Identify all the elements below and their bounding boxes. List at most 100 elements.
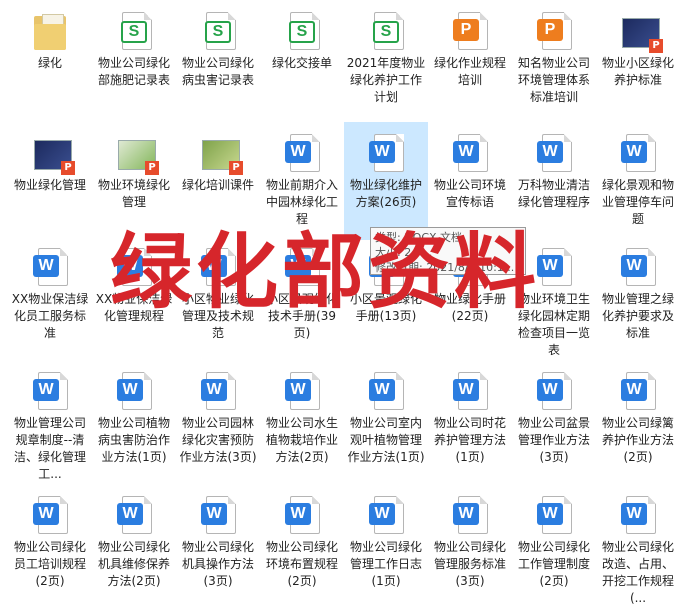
- file-item[interactable]: W 绿化景观和物业管理停车问题: [596, 122, 680, 240]
- file-item[interactable]: W 物业公司环境宣传标语: [428, 122, 512, 240]
- file-item[interactable]: W 物业公司绿化管理服务标准(3页): [428, 484, 512, 602]
- file-label: 物业绿化管理: [13, 178, 86, 192]
- file-item[interactable]: P 物业小区绿化养护标准: [596, 0, 680, 118]
- file-item[interactable]: W 物业管理公司规章制度--清洁、绿化管理工...: [8, 360, 92, 481]
- file-item[interactable]: W 物业公司时花养护管理方法(1页): [428, 360, 512, 478]
- word-doc-icon: W: [117, 372, 152, 412]
- file-item[interactable]: S 2021年度物业绿化养护工作计划: [344, 0, 428, 118]
- spreadsheet-icon: S: [118, 12, 152, 52]
- file-item[interactable]: W XX物业保洁绿化管理规程: [92, 236, 176, 354]
- file-item[interactable]: W XX物业保洁绿化员工服务标准: [8, 236, 92, 354]
- file-item[interactable]: W 物业公司绿化员工培训规程(2页): [8, 484, 92, 602]
- file-item[interactable]: W 物业公司室内观叶植物管理作业方法(1页): [344, 360, 428, 478]
- file-item[interactable]: W 万科物业清洁绿化管理程序: [512, 122, 596, 240]
- file-label: 物业绿化维护方案(26页): [349, 178, 422, 209]
- file-item[interactable]: W 物业公司绿篱养护作业方法(2页): [596, 360, 680, 478]
- file-label: 物业公司绿化管理服务标准(3页): [433, 540, 506, 588]
- file-label: 物业绿化手册(22页): [433, 292, 506, 323]
- file-label: 小区景观绿化技术手册(39页): [265, 292, 338, 340]
- file-label: 物业公司水生植物栽培作业方法(2页): [265, 416, 338, 464]
- folder-icon: [34, 12, 68, 52]
- file-item[interactable]: W 物业公司水生植物栽培作业方法(2页): [260, 360, 344, 478]
- ppt-thumbnail-icon: P: [34, 134, 75, 175]
- file-label: 物业公司绿化部施肥记录表: [97, 56, 170, 87]
- file-label: 绿化作业规程培训: [433, 56, 506, 87]
- file-label: 物业公司绿化改造、占用、开挖工作规程(...: [601, 540, 674, 605]
- file-label: 物业公司时花养护管理方法(1页): [433, 416, 506, 464]
- word-doc-icon: W: [621, 372, 656, 412]
- word-doc-icon: W: [453, 134, 488, 174]
- ppt-thumbnail-icon: P: [118, 134, 159, 175]
- file-item[interactable]: W 物业公司绿化管理工作日志(1页): [344, 484, 428, 602]
- file-item[interactable]: W 物业前期介入中园林绿化工程: [260, 122, 344, 240]
- word-doc-icon: W: [117, 496, 152, 536]
- file-label: 小区物业绿化管理及技术规范: [181, 292, 254, 340]
- word-doc-icon: W: [537, 372, 572, 412]
- word-doc-icon: W: [201, 372, 236, 412]
- word-doc-icon: W: [201, 496, 236, 536]
- word-doc-icon: W: [117, 248, 152, 288]
- file-item[interactable]: W 物业公司绿化环境布置规程(2页): [260, 484, 344, 602]
- word-doc-icon: W: [621, 134, 656, 174]
- file-label: 物业公司绿化机具操作方法(3页): [181, 540, 254, 588]
- file-label: 万科物业清洁绿化管理程序: [517, 178, 590, 209]
- word-doc-icon: W: [33, 248, 68, 288]
- file-label: 绿化培训课件: [181, 178, 254, 192]
- file-item[interactable]: 绿化: [8, 0, 92, 118]
- word-doc-icon: W: [201, 248, 236, 288]
- file-item[interactable]: S 绿化交接单: [260, 0, 344, 118]
- file-label: 物业环境绿化管理: [97, 178, 170, 209]
- file-label: 物业公司环境宣传标语: [433, 178, 506, 209]
- word-doc-icon: W: [369, 372, 404, 412]
- file-label: 2021年度物业绿化养护工作计划: [346, 56, 426, 104]
- file-item[interactable]: W 物业公司植物病虫害防治作业方法(1页): [92, 360, 176, 478]
- file-item[interactable]: W 物业公司绿化机具操作方法(3页): [176, 484, 260, 602]
- ppt-thumbnail-icon: P: [622, 12, 663, 53]
- ppt-thumbnail-icon: P: [202, 134, 243, 175]
- spreadsheet-icon: S: [202, 12, 236, 52]
- file-item[interactable]: S 物业公司绿化部施肥记录表: [92, 0, 176, 118]
- file-item[interactable]: W 物业绿化维护方案(26页): [344, 122, 428, 240]
- file-label: 物业环境卫生绿化园林定期检查项目一览表: [517, 292, 590, 357]
- file-label: 物业公司室内观叶植物管理作业方法(1页): [347, 416, 425, 464]
- word-doc-icon: W: [453, 372, 488, 412]
- file-label: 物业公司绿篱养护作业方法(2页): [601, 416, 674, 464]
- file-item[interactable]: P 知名物业公司环境管理体系标准培训: [512, 0, 596, 118]
- file-label: 小区景观绿化手册(13页): [349, 292, 422, 323]
- tooltip-size: 大小: 2.9...: [375, 246, 433, 259]
- file-label: 物业公司绿化管理工作日志(1页): [349, 540, 422, 588]
- word-doc-icon: W: [33, 496, 68, 536]
- file-item[interactable]: S 物业公司绿化病虫害记录表: [176, 0, 260, 118]
- file-item[interactable]: P 物业绿化管理: [8, 122, 92, 240]
- file-item[interactable]: W 物业公司绿化改造、占用、开挖工作规程(...: [596, 484, 680, 605]
- word-doc-icon: W: [285, 248, 320, 288]
- word-doc-icon: W: [537, 134, 572, 174]
- file-item[interactable]: W 物业管理之绿化养护要求及标准: [596, 236, 680, 354]
- file-label: 物业公司园林绿化灾害预防作业方法(3页): [179, 416, 257, 464]
- file-item[interactable]: W 小区物业绿化管理及技术规范: [176, 236, 260, 354]
- file-item[interactable]: W 物业公司绿化机具维修保养方法(2页): [92, 484, 176, 602]
- file-item[interactable]: W 物业公司绿化工作管理制度(2页): [512, 484, 596, 602]
- word-doc-icon: W: [537, 248, 572, 288]
- file-item[interactable]: W 物业公司盆景管理作业方法(3页): [512, 360, 596, 478]
- tooltip-type: 类型: DOCX 文档: [375, 231, 463, 244]
- word-doc-icon: W: [621, 248, 656, 288]
- file-label: 物业公司绿化病虫害记录表: [181, 56, 254, 87]
- file-label: XX物业保洁绿化员工服务标准: [11, 292, 89, 340]
- file-label: 物业公司绿化环境布置规程(2页): [265, 540, 338, 588]
- file-item[interactable]: W 物业公司园林绿化灾害预防作业方法(3页): [176, 360, 260, 478]
- file-label: 物业公司绿化机具维修保养方法(2页): [97, 540, 170, 588]
- file-tooltip: 类型: DOCX 文档 大小: 2.9... 修改日期: 2021/8/8 10…: [370, 227, 526, 275]
- file-label: XX物业保洁绿化管理规程: [95, 292, 173, 323]
- word-doc-icon: W: [33, 372, 68, 412]
- spreadsheet-icon: S: [370, 12, 404, 52]
- file-item[interactable]: P 物业环境绿化管理: [92, 122, 176, 240]
- file-label: 物业公司盆景管理作业方法(3页): [517, 416, 590, 464]
- file-label: 物业公司绿化员工培训规程(2页): [13, 540, 86, 588]
- file-item[interactable]: W 小区景观绿化技术手册(39页): [260, 236, 344, 354]
- file-item[interactable]: P 绿化培训课件: [176, 122, 260, 240]
- tooltip-modified: 修改日期: 2021/8/8 10:1...: [375, 261, 515, 274]
- file-item[interactable]: P 绿化作业规程培训: [428, 0, 512, 118]
- file-label: 知名物业公司环境管理体系标准培训: [517, 56, 590, 104]
- file-label: 物业小区绿化养护标准: [601, 56, 674, 87]
